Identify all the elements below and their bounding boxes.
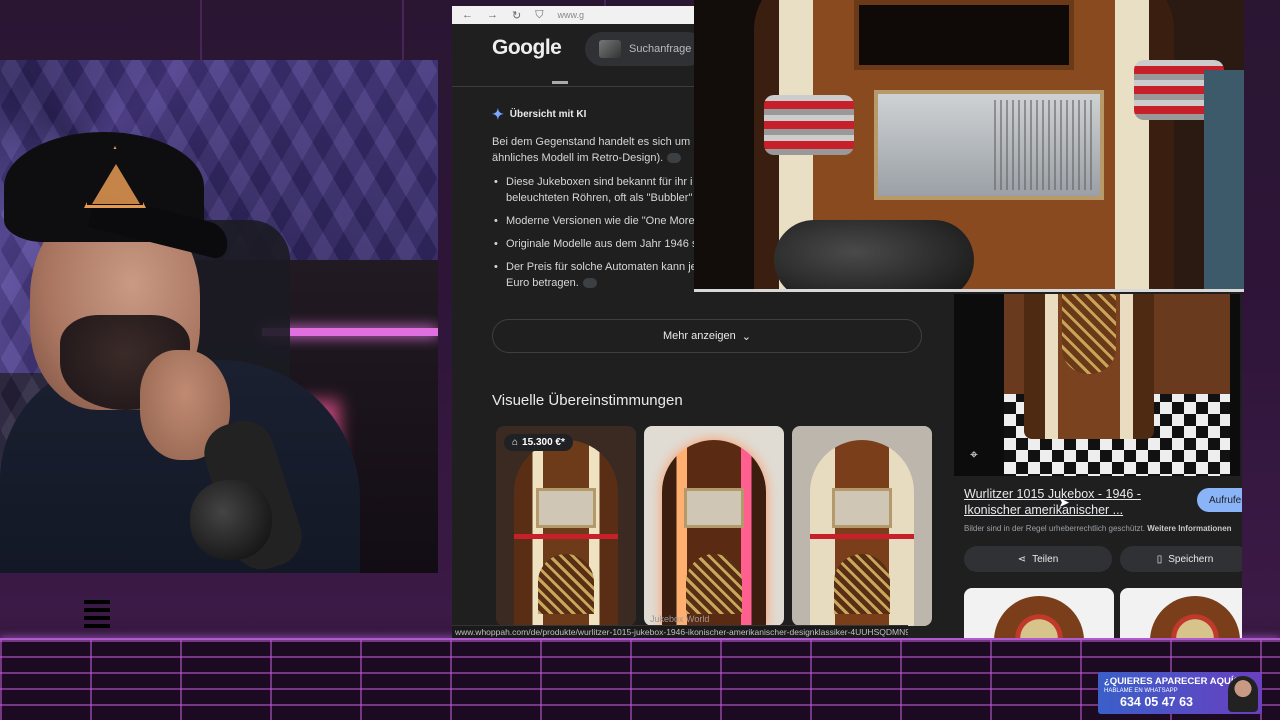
selected-result-image[interactable]: ⌖ — [954, 294, 1240, 476]
search-query-chip[interactable]: Suchanfrage — [585, 32, 705, 66]
open-button[interactable]: Aufrufen — [1197, 488, 1242, 512]
show-more-label: Mehr anzeigen — [663, 330, 736, 342]
back-icon[interactable]: ← — [462, 9, 473, 21]
visual-match-card[interactable] — [792, 426, 932, 626]
shield-icon: ⛉ — [535, 8, 544, 21]
share-button[interactable]: ⋖ Teilen — [964, 546, 1112, 572]
record-mechanism — [994, 100, 1094, 190]
microphone-icon — [190, 480, 272, 560]
copyright-notice: Bilder sind in der Regel urheberrechtlic… — [964, 524, 1232, 533]
visual-match-card[interactable]: ⌂ 15.300 €* — [496, 426, 636, 626]
jukebox-video-inset — [694, 0, 1244, 292]
browser-status-bar: www.whoppah.com/de/produkte/wurlitzer-10… — [452, 625, 908, 638]
visual-match-card[interactable]: Jukebox World — [644, 426, 784, 626]
whatsapp-promo-banner: ¿QUIERES APARECER AQUÍ? HABLAME EN WHATS… — [1098, 672, 1262, 714]
bookmark-icon: ▯ — [1156, 553, 1163, 565]
visual-matches-title: Visuelle Übereinstimmungen — [492, 392, 683, 409]
forward-icon[interactable]: → — [487, 9, 498, 21]
save-button[interactable]: ▯ Speichern — [1120, 546, 1242, 572]
active-tab-indicator — [552, 81, 568, 84]
result-title-link[interactable]: Wurlitzer 1015 Jukebox - 1946 - Ikonisch… — [964, 486, 1184, 518]
google-header: Google Suchanfrage — [452, 24, 705, 86]
jukebox-window — [832, 488, 892, 528]
ai-overview-heading: ✦ Übersicht mit KI — [492, 106, 586, 123]
chrome-trim-left — [764, 95, 854, 155]
show-more-button[interactable]: Mehr anzeigen ⌄ — [492, 319, 922, 353]
background-wall — [1204, 70, 1244, 289]
related-images — [964, 588, 1242, 638]
avatar — [1228, 676, 1258, 712]
related-image[interactable] — [1120, 588, 1242, 638]
browser-toolbar: ← → ↻ ⛉ www.g — [452, 6, 697, 24]
chevron-down-icon: ⌄ — [741, 330, 751, 343]
overlay-decoration — [84, 600, 110, 628]
search-chip-label: Suchanfrage — [629, 43, 692, 55]
share-icon: ⋖ — [1017, 553, 1027, 565]
jukebox-grille — [834, 554, 890, 614]
visual-matches-grid: ⌂ 15.300 €* Jukebox World — [496, 426, 932, 626]
save-label: Speichern — [1168, 553, 1214, 565]
more-info-link[interactable]: Weitere Informationen — [1147, 524, 1231, 533]
price-label: 15.300 €* — [522, 437, 565, 448]
jukebox-stripe — [810, 534, 914, 539]
link-icon[interactable] — [667, 153, 682, 164]
neon-grid-floor — [0, 640, 1280, 720]
tag-icon: ⌂ — [512, 437, 519, 448]
ai-overview-title: Übersicht mit KI — [509, 109, 587, 120]
jukebox-dome — [994, 596, 1084, 638]
jukebox-window — [684, 488, 744, 528]
jukebox-stripe — [514, 534, 618, 539]
reload-icon[interactable]: ↻ — [512, 9, 521, 22]
jukebox-grille — [686, 554, 742, 614]
cursor-icon: ➤ — [1058, 494, 1070, 510]
thumb-caption: Jukebox World — [650, 614, 710, 624]
google-logo[interactable]: Google — [492, 36, 562, 60]
address-bar[interactable]: www.g — [557, 10, 584, 20]
link-icon[interactable] — [582, 278, 597, 289]
jukebox-dome — [1150, 596, 1240, 638]
share-label: Teilen — [1032, 553, 1059, 565]
sparkle-icon: ✦ — [492, 106, 504, 122]
related-image[interactable] — [964, 588, 1114, 638]
jukebox-top-window — [854, 0, 1074, 70]
jukebox-window — [536, 488, 596, 528]
lens-icon[interactable]: ⌖ — [970, 446, 986, 462]
jukebox-grille — [538, 554, 594, 614]
webcam-feed — [0, 60, 438, 573]
price-badge: ⌂ 15.300 €* — [504, 434, 573, 451]
result-jukebox-grille — [1062, 294, 1116, 374]
query-thumbnail — [599, 40, 621, 58]
garbage-bag — [774, 220, 974, 289]
